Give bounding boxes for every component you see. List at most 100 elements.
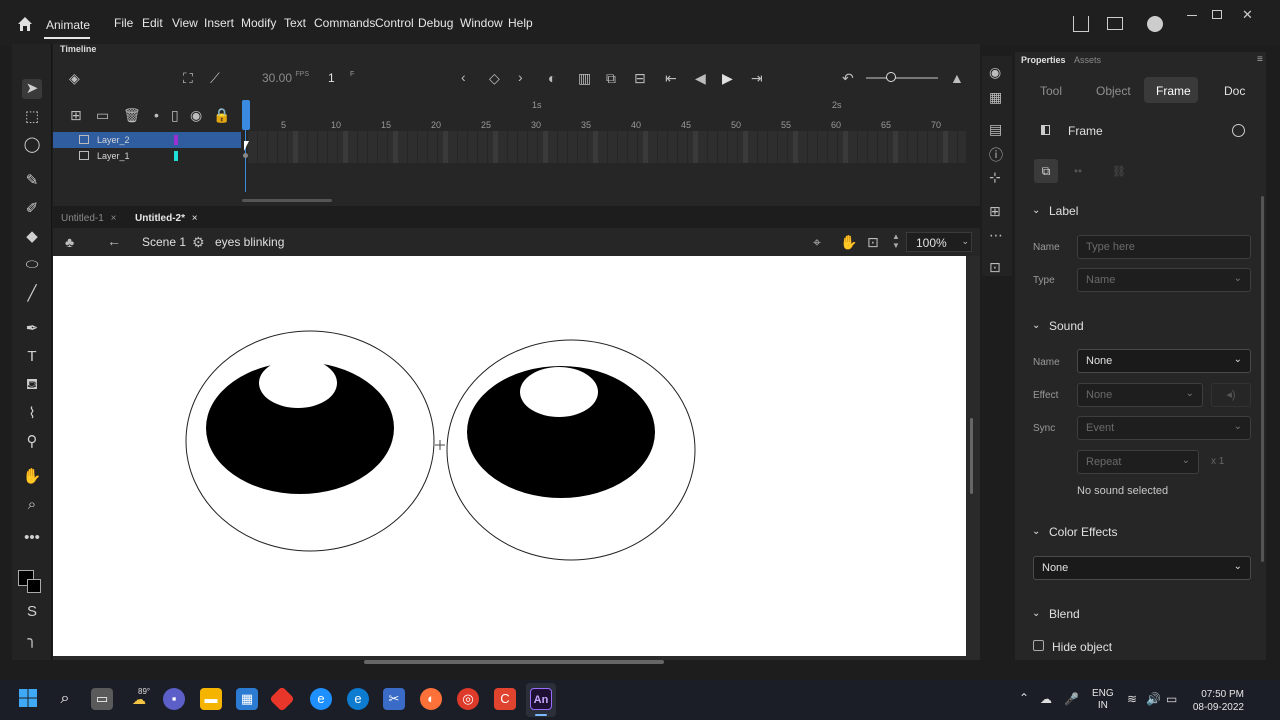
timeline-scrollbar[interactable] xyxy=(242,199,332,202)
chevron-down-icon[interactable]: ⌄ xyxy=(1032,526,1040,537)
zoom-stepper[interactable]: ▲ ▼ xyxy=(892,232,900,250)
layer-row-layer-2[interactable]: Layer_2 xyxy=(53,132,241,148)
layer-row-layer-1[interactable]: Layer_1 xyxy=(53,148,241,164)
layers-icon[interactable]: ◈ xyxy=(69,70,80,87)
blend-title[interactable]: Blend xyxy=(1049,607,1080,621)
label-type-select[interactable]: Name ⌄ xyxy=(1077,268,1251,292)
scene-breadcrumb[interactable]: Scene 1 xyxy=(142,235,186,249)
menu-edit[interactable]: Edit xyxy=(142,16,163,30)
right-eye[interactable] xyxy=(446,339,696,561)
cloud-icon[interactable]: ☁ xyxy=(1040,692,1052,706)
outline-icon[interactable]: ▯ xyxy=(171,107,179,124)
stage-vertical-scrollbar[interactable] xyxy=(970,418,973,494)
teams-chat-icon[interactable]: ▪ xyxy=(163,688,185,710)
sound-repeat-count[interactable]: x 1 xyxy=(1211,456,1224,467)
back-arrow-icon[interactable]: ← xyxy=(107,233,121,249)
output-icon[interactable]: ⊡ xyxy=(989,259,1001,276)
menu-control[interactable]: Control xyxy=(375,16,414,30)
text-tool-icon[interactable]: T xyxy=(22,347,42,367)
properties-scrollbar[interactable] xyxy=(1261,196,1264,562)
stage-horizontal-scrollbar[interactable] xyxy=(364,660,664,664)
sound-effect-select[interactable]: None ⌄ xyxy=(1077,383,1203,407)
windows-start-icon[interactable] xyxy=(17,688,39,710)
undo-icon[interactable]: ↶ xyxy=(842,70,854,87)
visibility-icon[interactable]: ◉ xyxy=(190,107,202,124)
help-circle-icon[interactable] xyxy=(1232,124,1245,137)
chrome-icon[interactable]: ◎ xyxy=(457,688,479,710)
language-indicator[interactable]: ENG IN xyxy=(1092,688,1114,712)
chevron-up-icon[interactable]: ⌃ xyxy=(1019,691,1029,705)
close-tab-icon[interactable]: × xyxy=(111,213,117,224)
chevron-down-icon[interactable]: ⌄ xyxy=(1032,608,1040,619)
pin-tool-icon[interactable]: ⚲ xyxy=(22,432,42,452)
parent-layer-icon[interactable]: ⛶ xyxy=(183,70,193,87)
menu-file[interactable]: File xyxy=(114,16,133,30)
tab-assets[interactable]: Assets xyxy=(1074,55,1101,65)
tab-properties[interactable]: Properties xyxy=(1021,55,1066,65)
camera-icon[interactable]: ◉ xyxy=(989,64,1001,81)
app-blue-icon[interactable]: e xyxy=(310,688,332,710)
home-icon[interactable] xyxy=(16,15,34,33)
graph-icon[interactable]: ⟋ xyxy=(210,70,220,87)
edit-symbols-icon[interactable]: ♣ xyxy=(65,234,74,250)
components-icon[interactable]: ⋯ xyxy=(989,227,1003,244)
menu-insert[interactable]: Insert xyxy=(204,16,234,30)
tab-untitled-2[interactable]: Untitled-2* × xyxy=(135,213,198,224)
symbol-breadcrumb[interactable]: eyes blinking xyxy=(215,235,284,249)
search-icon[interactable]: ⌕ xyxy=(54,688,76,710)
menu-debug[interactable]: Debug xyxy=(418,16,453,30)
current-frame[interactable]: 1 F xyxy=(328,71,354,85)
clock[interactable]: 07:50 PM 08-09-2022 xyxy=(1190,688,1244,714)
edge-icon[interactable]: e xyxy=(347,688,369,710)
panel-menu-icon[interactable]: ≡ xyxy=(1257,54,1263,65)
rotate-stage-icon[interactable]: ✋ xyxy=(840,234,857,251)
lasso-tool-icon[interactable]: ◯ xyxy=(22,135,42,155)
sound-section-title[interactable]: Sound xyxy=(1049,319,1084,333)
line-tool-icon[interactable]: ╱ xyxy=(22,284,42,304)
free-transform-tool-icon[interactable]: ⬚ xyxy=(22,107,42,127)
timeline-zoom-thumb[interactable] xyxy=(886,72,896,82)
playhead[interactable] xyxy=(242,100,250,130)
animate-icon[interactable]: An xyxy=(530,688,552,710)
brush-tool-icon[interactable]: ✎ xyxy=(22,171,42,191)
sound-name-select[interactable]: None ⌄ xyxy=(1077,349,1251,373)
color-effects-title[interactable]: Color Effects xyxy=(1049,525,1117,539)
smooth-icon[interactable]: S xyxy=(22,602,42,622)
pen-tool-icon[interactable]: ✒ xyxy=(22,319,42,339)
label-section-title[interactable]: Label xyxy=(1049,204,1078,218)
step-forward-icon[interactable]: ⇥ xyxy=(751,70,763,87)
fill-color-swatch[interactable] xyxy=(27,579,41,593)
center-frame-icon[interactable]: ⊟ xyxy=(634,70,646,87)
oval-tool-icon[interactable]: ⬭ xyxy=(22,255,42,275)
lock-icon[interactable]: 🔒 xyxy=(213,107,230,124)
fps-value[interactable]: 30.00 FPS xyxy=(262,71,309,85)
sound-sync-select[interactable]: Event ⌄ xyxy=(1077,416,1251,440)
eyedropper-tool-icon[interactable]: ⌇ xyxy=(22,404,42,424)
hide-object-checkbox[interactable] xyxy=(1033,640,1044,651)
timeline-tab[interactable]: Timeline xyxy=(60,44,96,54)
info-icon[interactable]: ⓘ xyxy=(989,145,1003,165)
store-icon[interactable]: ▦ xyxy=(236,688,258,710)
task-view-icon[interactable]: ▭ xyxy=(91,688,113,710)
menu-window[interactable]: Window xyxy=(460,16,503,30)
prev-keyframe-icon[interactable]: ‹ xyxy=(461,69,466,85)
close-icon[interactable]: ✕ xyxy=(1242,7,1253,23)
more-tools-icon[interactable]: ••• xyxy=(22,528,42,548)
test-movie-icon[interactable] xyxy=(1147,16,1163,32)
code-snippets-icon[interactable]: ⊞ xyxy=(989,203,1001,220)
label-name-input[interactable]: Type here xyxy=(1077,235,1251,259)
firefox-icon[interactable]: ◐ xyxy=(420,688,442,710)
menu-commands[interactable]: Commands xyxy=(314,16,375,30)
tab-untitled-1[interactable]: Untitled-1 × xyxy=(61,213,116,224)
eraser-tool-icon[interactable]: ◆ xyxy=(22,227,42,247)
stage[interactable] xyxy=(53,256,966,656)
close-tab-icon[interactable]: × xyxy=(192,213,198,224)
maximize-icon[interactable] xyxy=(1212,10,1222,19)
loop-icon[interactable]: ⧉ xyxy=(606,70,616,87)
left-eye[interactable] xyxy=(185,330,435,552)
menu-modify[interactable]: Modify xyxy=(241,16,276,30)
menu-text[interactable]: Text xyxy=(284,16,306,30)
snipping-tool-icon[interactable]: ✂ xyxy=(383,688,405,710)
mode-tab-frame[interactable]: Frame xyxy=(1156,84,1191,98)
new-folder-icon[interactable]: ▭ xyxy=(96,107,109,124)
